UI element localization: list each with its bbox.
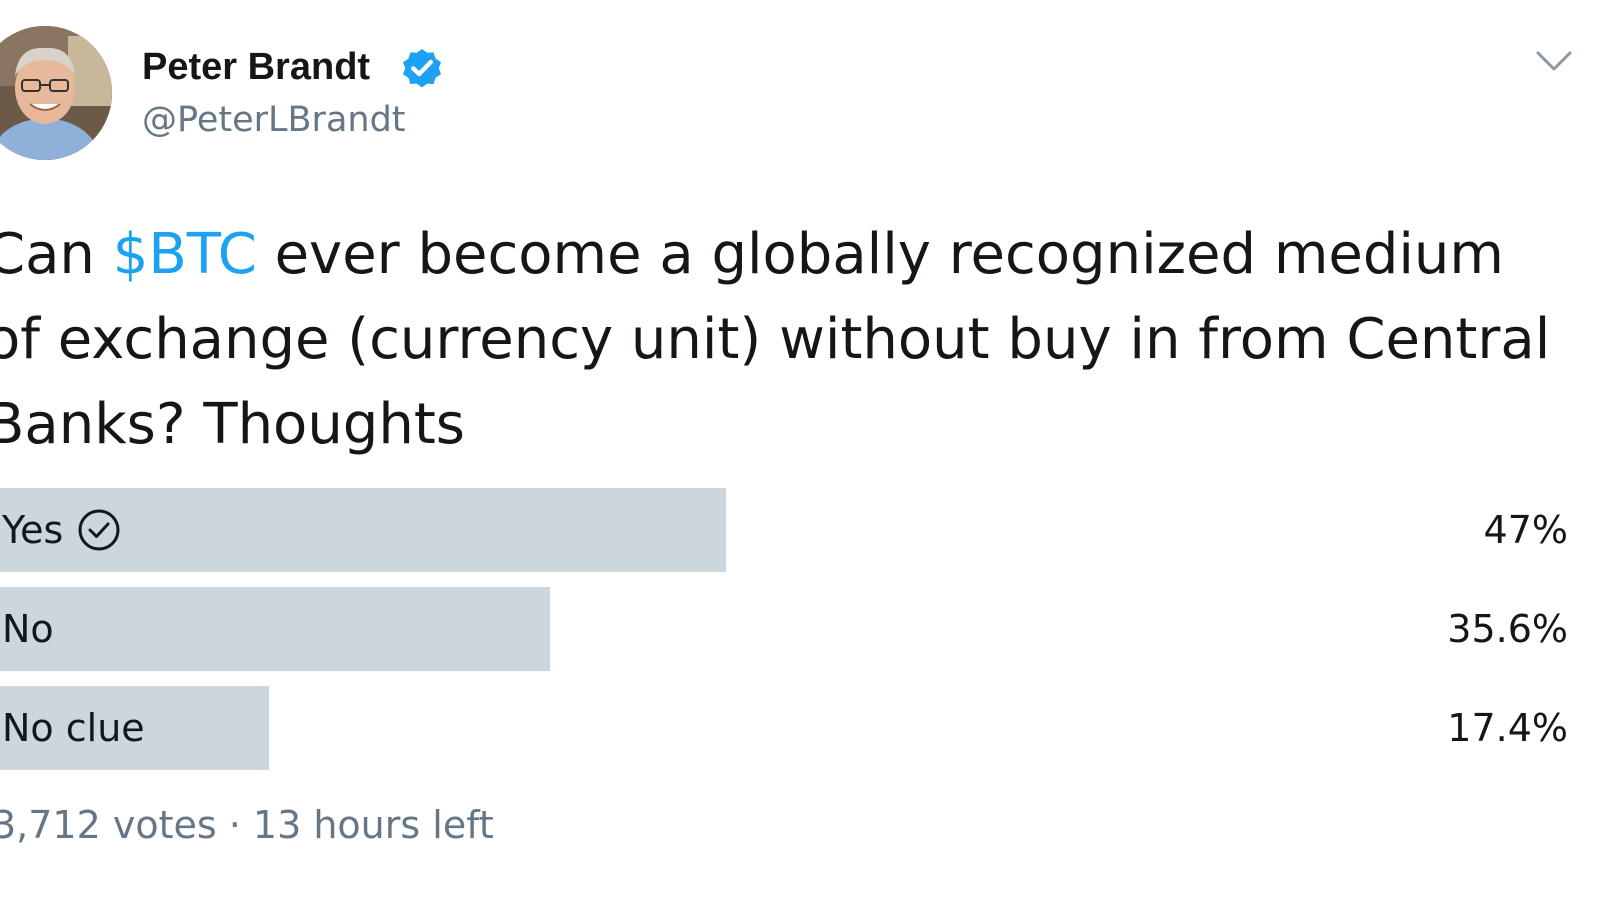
poll-option-percent: 35.6% <box>1447 607 1568 651</box>
poll-option-text: No <box>2 607 54 651</box>
poll-option-percent: 47% <box>1483 508 1568 552</box>
poll-option-label: No <box>2 587 54 671</box>
tweet-line-1: Can $BTC ever become a globally recogniz… <box>0 212 1600 297</box>
chevron-down-icon[interactable] <box>1534 46 1574 76</box>
poll-option-label: No clue <box>2 686 145 770</box>
poll-option-percent: 17.4% <box>1447 706 1568 750</box>
cashtag-link[interactable]: $BTC <box>113 222 257 287</box>
profile-photo <box>0 26 112 160</box>
user-handle[interactable]: @PeterLBrandt <box>142 98 406 142</box>
check-circle-icon <box>78 509 120 551</box>
poll-bar <box>0 587 550 671</box>
poll-option-no: No 35.6% <box>0 587 1600 671</box>
avatar[interactable] <box>0 26 112 160</box>
display-name[interactable]: Peter Brandt <box>142 44 370 90</box>
tweet-text-segment: ever become a globally recognized medium <box>256 222 1504 287</box>
tweet-text: Can $BTC ever become a globally recogniz… <box>0 212 1600 467</box>
tweet-text-segment: Can <box>0 222 95 287</box>
poll-option-no-clue: No clue 17.4% <box>0 686 1600 770</box>
poll-option-text: No clue <box>2 706 145 750</box>
verified-badge-icon <box>403 49 441 88</box>
poll-option-text: Yes <box>2 508 64 552</box>
tweet-card: Peter Brandt @PeterLBrandt Can $BTC ever… <box>0 0 1600 900</box>
poll-vote-summary: 3,712 votes · 13 hours left <box>0 803 494 847</box>
tweet-line-2: of exchange (currency unit) without buy … <box>0 307 1551 372</box>
tweet-line-3: Banks? Thoughts <box>0 392 465 457</box>
poll-option-yes: Yes 47% <box>0 488 1600 572</box>
poll-option-label: Yes <box>2 488 121 572</box>
